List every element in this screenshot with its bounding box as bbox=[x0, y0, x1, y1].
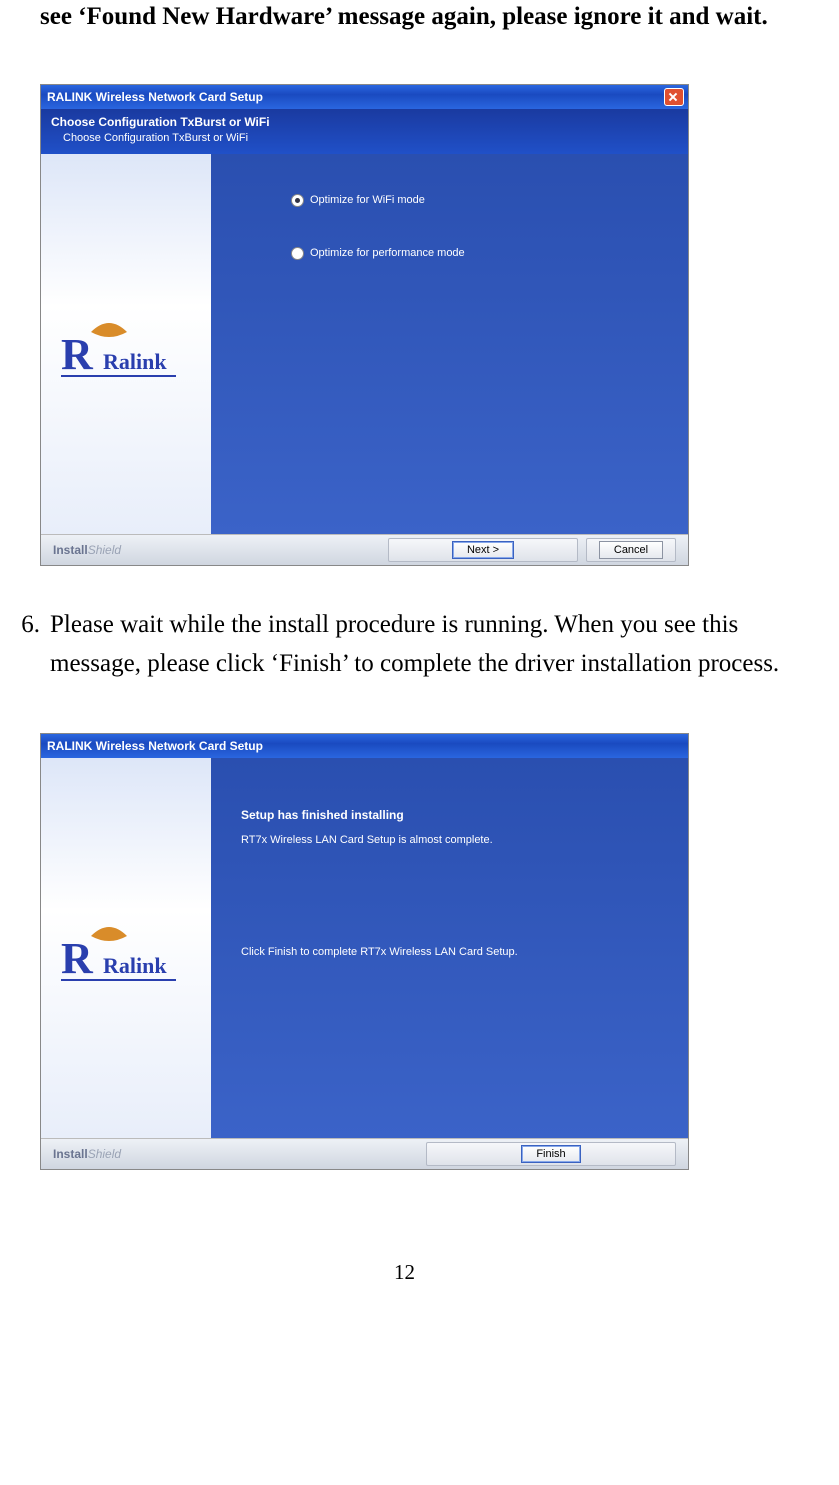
step-text: Please wait while the install procedure … bbox=[50, 606, 809, 684]
window-title: RALINK Wireless Network Card Setup bbox=[45, 739, 684, 753]
ralink-logo: R Ralink bbox=[61, 918, 191, 1003]
sidebar: R Ralink bbox=[41, 758, 211, 1138]
banner: Choose Configuration TxBurst or WiFi Cho… bbox=[41, 109, 688, 154]
main-panel: Setup has finished installing RT7x Wirel… bbox=[211, 758, 688, 1138]
intro-text: see ‘Found New Hardware’ message again, … bbox=[40, 0, 809, 34]
footer-bar: InstallShield Finish bbox=[41, 1138, 688, 1169]
finish-msg-1: RT7x Wireless LAN Card Setup is almost c… bbox=[241, 834, 668, 846]
titlebar: RALINK Wireless Network Card Setup bbox=[41, 734, 688, 758]
option-label: Optimize for performance mode bbox=[310, 247, 465, 259]
finish-button[interactable]: Finish bbox=[521, 1145, 580, 1163]
sidebar: R Ralink bbox=[41, 154, 211, 534]
radio-unselected-icon bbox=[291, 247, 304, 260]
ralink-logo: R Ralink bbox=[61, 314, 191, 399]
svg-text:R: R bbox=[61, 330, 94, 379]
close-icon[interactable] bbox=[664, 88, 684, 106]
option-wifi-mode[interactable]: Optimize for WiFi mode bbox=[291, 194, 668, 207]
option-performance-mode[interactable]: Optimize for performance mode bbox=[291, 247, 668, 260]
page-number: 12 bbox=[0, 1260, 809, 1285]
radio-selected-icon bbox=[291, 194, 304, 207]
svg-text:Ralink: Ralink bbox=[103, 349, 167, 374]
installshield-label: InstallShield bbox=[53, 543, 121, 557]
setup-dialog-config: RALINK Wireless Network Card Setup Choos… bbox=[40, 84, 689, 566]
footer-bar: InstallShield Next > Cancel bbox=[41, 534, 688, 565]
svg-text:R: R bbox=[61, 934, 94, 983]
main-panel: Optimize for WiFi mode Optimize for perf… bbox=[211, 154, 688, 534]
setup-dialog-finish: RALINK Wireless Network Card Setup R Ral… bbox=[40, 733, 689, 1170]
svg-text:Ralink: Ralink bbox=[103, 953, 167, 978]
titlebar: RALINK Wireless Network Card Setup bbox=[41, 85, 688, 109]
finish-heading: Setup has finished installing bbox=[241, 808, 668, 822]
banner-subtitle: Choose Configuration TxBurst or WiFi bbox=[51, 132, 678, 144]
step-6: 6. Please wait while the install procedu… bbox=[0, 606, 809, 684]
step-number: 6. bbox=[0, 606, 50, 684]
next-button[interactable]: Next > bbox=[452, 541, 514, 559]
window-title: RALINK Wireless Network Card Setup bbox=[45, 90, 664, 104]
banner-heading: Choose Configuration TxBurst or WiFi bbox=[51, 115, 678, 129]
finish-msg-2: Click Finish to complete RT7x Wireless L… bbox=[241, 946, 668, 958]
cancel-button[interactable]: Cancel bbox=[599, 541, 663, 559]
installshield-label: InstallShield bbox=[53, 1147, 121, 1161]
option-label: Optimize for WiFi mode bbox=[310, 194, 425, 206]
